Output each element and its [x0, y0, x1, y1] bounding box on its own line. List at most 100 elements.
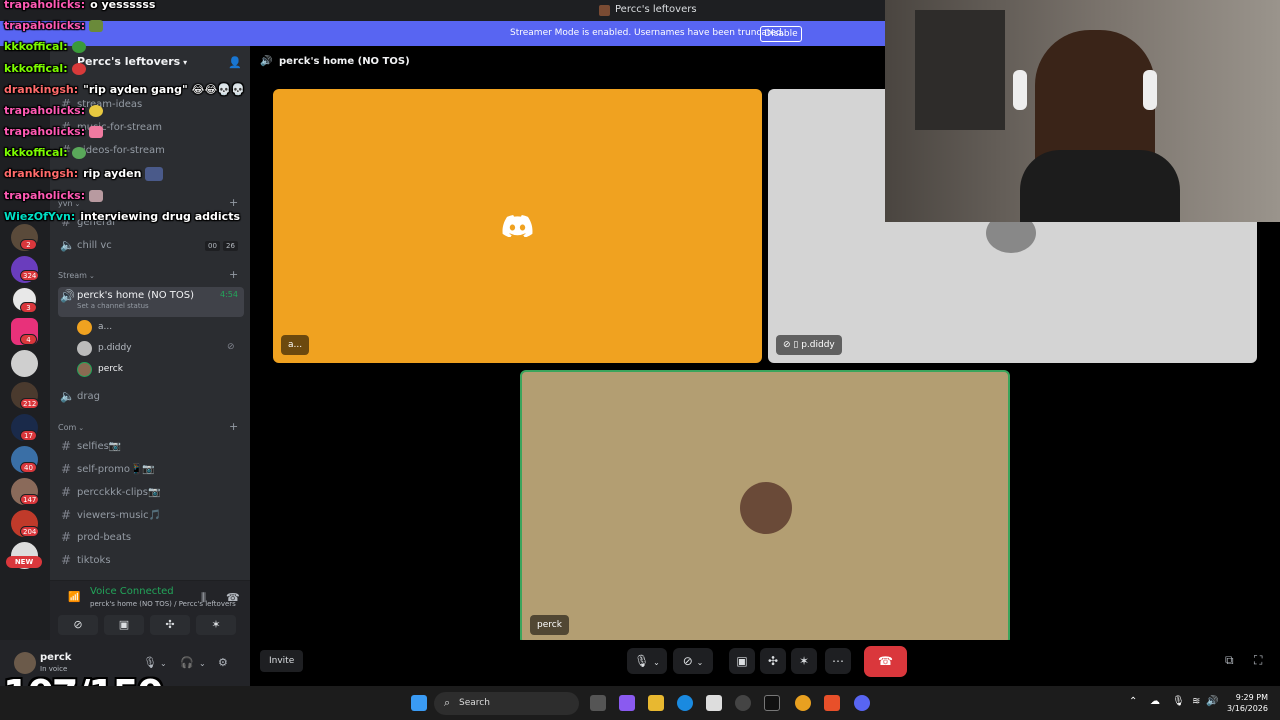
category-com[interactable]: Com ⌄ [58, 423, 84, 432]
noise-suppression-icon[interactable]: ⫼ [201, 591, 206, 605]
copilot-icon[interactable] [619, 695, 635, 711]
participant-tile[interactable]: a... [273, 89, 762, 363]
headphones-icon[interactable]: 🎧 [180, 656, 194, 669]
task-view-icon[interactable] [590, 695, 606, 711]
signal-icon[interactable]: 📶 [68, 592, 80, 603]
category-stream[interactable]: Stream ⌄ [58, 271, 95, 280]
channel-tiktoks[interactable]: # tiktoks [58, 551, 244, 571]
chat-message: kkkoffical: [4, 62, 86, 75]
call-channel-title: perck's home (NO TOS) [279, 56, 410, 67]
fullscreen-icon[interactable]: ⛶ [1254, 653, 1262, 668]
add-channel-icon[interactable]: + [229, 420, 238, 433]
chat-message: trapaholicks: [4, 104, 104, 117]
chat-message: drankingsh: "rip ayden gang" 😂😂💀💀 [4, 83, 245, 96]
poster [915, 10, 1005, 130]
microphone-icon[interactable]: 🎙 [143, 656, 157, 669]
brave-icon[interactable] [824, 695, 840, 711]
more-options-button[interactable]: ⋯ [825, 648, 851, 674]
phone-hangup-icon: ☎ [878, 654, 893, 668]
edge-icon[interactable] [677, 695, 693, 711]
soundboard-button[interactable]: ✶ [791, 648, 817, 674]
chat-message: kkkoffical: [4, 146, 86, 159]
capcut-icon[interactable] [764, 695, 780, 711]
camera-toggle[interactable]: ⊘ ⌄ [673, 648, 713, 674]
speaker-icon: 🔈 [60, 389, 75, 403]
channel-drag[interactable]: 🔈 drag [58, 387, 244, 407]
avatar [740, 482, 792, 534]
activities-button[interactable]: ✣ [760, 648, 786, 674]
emote [145, 167, 164, 181]
system-clock[interactable]: 9:29 PM 3/16/2026 [1224, 692, 1268, 714]
chat-message: trapaholicks: [4, 19, 104, 32]
volume-icon[interactable]: 🔊 [1206, 696, 1218, 707]
disconnect-button[interactable]: ☎ [864, 646, 907, 677]
emote [71, 63, 86, 75]
channel-selfies[interactable]: # selfies📷 [58, 437, 244, 457]
windows-start-icon[interactable] [411, 695, 427, 711]
streamer-webcam [885, 0, 1280, 222]
screen-share-icon[interactable]: ▣ [104, 615, 144, 635]
mention-badge: 40 [20, 462, 37, 473]
user-limit-pill: 26 [223, 241, 238, 251]
store-icon[interactable] [706, 695, 722, 711]
add-channel-icon[interactable]: + [229, 196, 238, 209]
mention-badge: 2 [20, 239, 37, 250]
popout-icon[interactable]: ⧉ [1225, 653, 1234, 668]
wifi-icon[interactable]: ≋ [1192, 696, 1200, 707]
screen-share-button[interactable]: ▣ [729, 648, 755, 674]
taskbar-search[interactable]: ⌕ Search [434, 692, 579, 715]
avatar [77, 362, 92, 377]
avatar[interactable] [14, 652, 36, 674]
mute-icon: ⊘ ▯ [783, 340, 802, 350]
chat-message: kkkoffical: [4, 40, 86, 53]
microphone-icon[interactable]: 🎙 [1172, 696, 1185, 707]
participant-tile-speaking[interactable]: perck [520, 370, 1010, 645]
obs-icon[interactable] [735, 695, 751, 711]
file-explorer-icon[interactable] [648, 695, 664, 711]
channel-percks-home[interactable]: 🔊 perck's home (NO TOS) 4:54 Set a chann… [58, 287, 244, 317]
channel-chill-vc[interactable]: 🔈 chill vc 00 26 [58, 236, 244, 256]
channel-percckkk-clips[interactable]: # percckkk-clips📷 [58, 483, 244, 503]
voice-status[interactable]: Voice Connected [90, 586, 174, 597]
taskbar: ⌕ Search ⌃ ☁ 🎙 ≋ 🔊 9:29 PM 3/16/2026 [0, 686, 1280, 720]
voice-location[interactable]: perck's home (NO TOS) / Percc's leftover… [90, 600, 236, 608]
chevron-up-icon[interactable]: ⌃ [1129, 696, 1137, 707]
mention-badge: 204 [20, 526, 40, 537]
channel-viewers-music[interactable]: # viewers-music🎵 [58, 506, 244, 526]
emote [89, 105, 104, 117]
chevron-down-icon: ⌄ [88, 272, 95, 280]
channel-prod-beats[interactable]: # prod-beats [58, 528, 244, 548]
emote [71, 41, 86, 53]
user-count-pill: 00 [205, 241, 220, 251]
discord-icon[interactable] [854, 695, 870, 711]
chrome-icon[interactable] [795, 695, 811, 711]
server-name[interactable]: Percc's leftovers ▾ [77, 55, 187, 68]
hash-icon: # [60, 508, 72, 522]
username[interactable]: perck [40, 652, 71, 663]
server-icon-5[interactable] [11, 350, 38, 377]
chevron-down-icon[interactable]: ⌄ [199, 659, 206, 668]
hash-icon: # [60, 439, 72, 453]
disable-streamer-mode-button[interactable]: Disable [760, 26, 802, 42]
channel-self-promo[interactable]: # self-promo📱📷 [58, 460, 244, 480]
add-member-icon[interactable]: 👤 [228, 56, 242, 69]
camera-off-icon[interactable]: ⊘ [58, 615, 98, 635]
microphone-icon: 🎙 [634, 654, 650, 668]
gear-icon[interactable]: ⚙ [218, 656, 228, 669]
cloud-icon[interactable]: ☁ [1150, 696, 1160, 707]
chevron-down-icon[interactable]: ⌄ [160, 659, 167, 668]
channel-status[interactable]: Set a channel status [77, 302, 149, 310]
mention-badge: 212 [20, 398, 40, 409]
channel-videos-for-stream[interactable]: # videos-for-stream [58, 141, 244, 161]
avatar [77, 341, 92, 356]
mention-badge: 324 [20, 270, 40, 281]
activities-icon[interactable]: ✣ [150, 615, 190, 635]
hash-icon: # [60, 462, 72, 476]
participant-name: perck [530, 615, 569, 635]
invite-button[interactable]: Invite [260, 650, 304, 672]
disconnect-icon[interactable]: ☎ [226, 591, 240, 604]
microphone-toggle[interactable]: 🎙 ⌄ [627, 648, 667, 674]
add-channel-icon[interactable]: + [229, 268, 238, 281]
soundboard-icon[interactable]: ✶ [196, 615, 236, 635]
streamer-mode-banner: Streamer Mode is enabled. Usernames have… [0, 21, 885, 46]
